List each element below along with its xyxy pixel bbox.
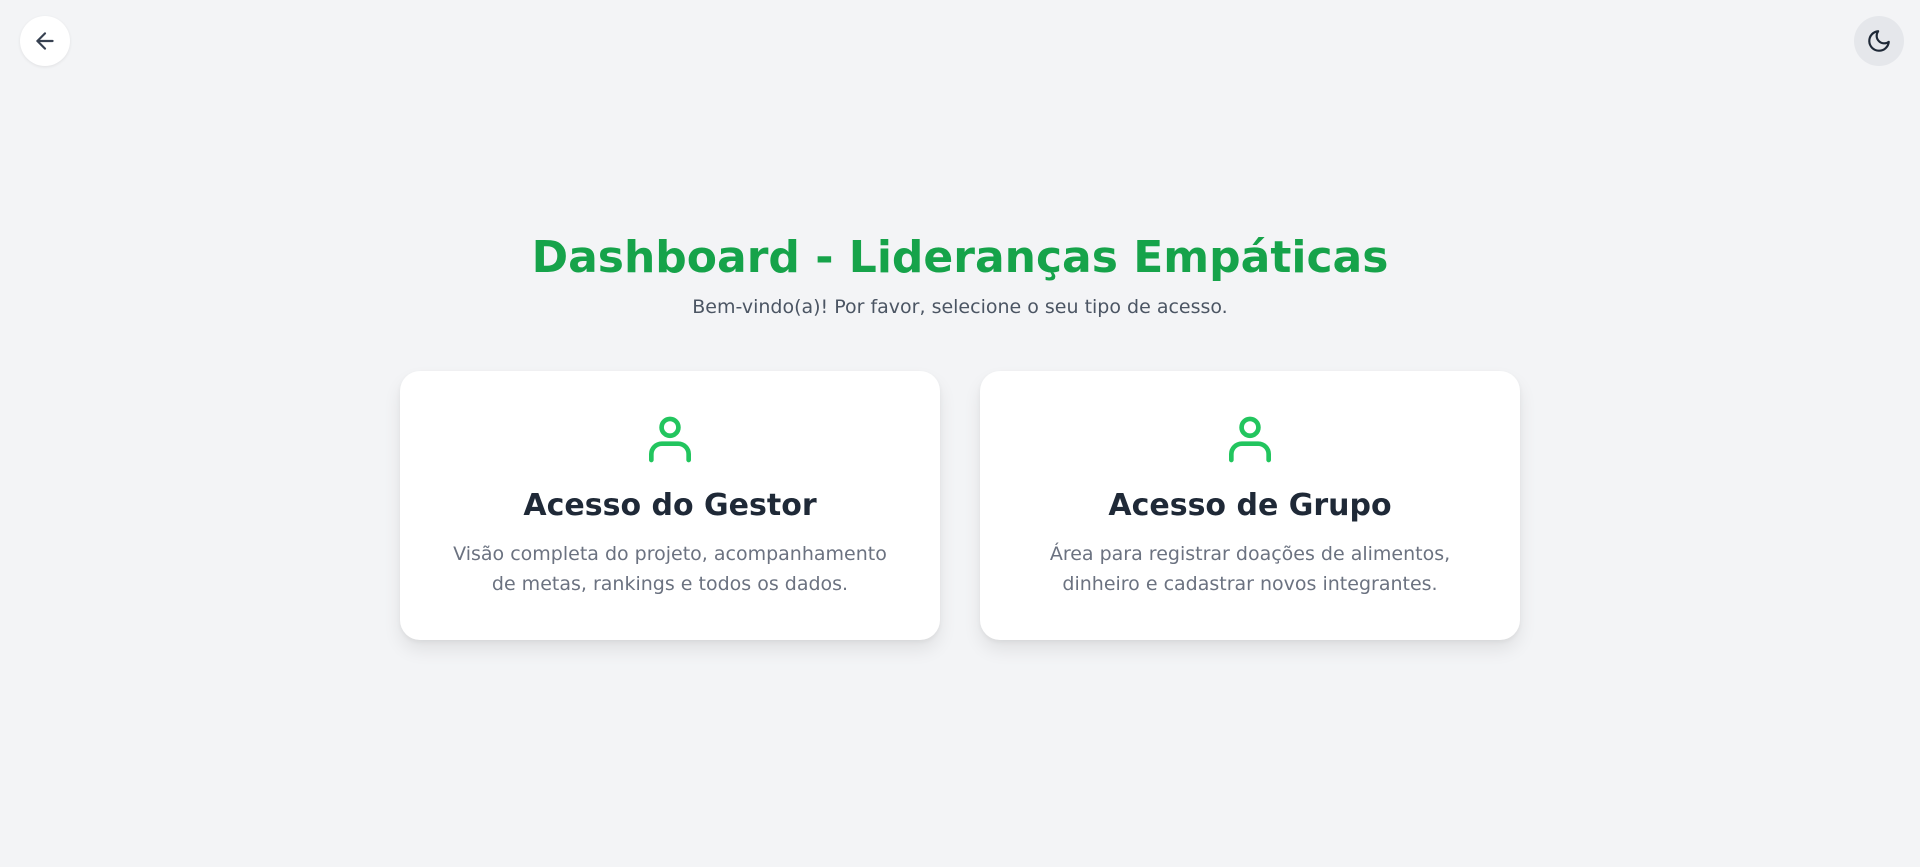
user-icon xyxy=(1229,416,1271,463)
access-cards: Acesso do Gestor Visão completa do proje… xyxy=(400,371,1520,640)
theme-toggle-button[interactable] xyxy=(1854,16,1904,66)
card-title: Acesso de Grupo xyxy=(1108,488,1392,523)
page-header: Dashboard - Lideranças Empáticas Bem-vin… xyxy=(0,228,1920,320)
back-button[interactable] xyxy=(20,16,70,66)
card-description: Visão completa do projeto, acompanhament… xyxy=(453,543,887,595)
card-title: Acesso do Gestor xyxy=(523,488,817,523)
arrow-left-icon xyxy=(36,32,54,50)
user-icon xyxy=(649,416,691,463)
moon-icon xyxy=(1868,30,1890,52)
manager-access-card[interactable]: Acesso do Gestor Visão completa do proje… xyxy=(400,371,940,640)
card-description: Área para registrar doações de alimentos… xyxy=(1049,543,1451,595)
page: Dashboard - Lideranças Empáticas Bem-vin… xyxy=(0,0,1920,867)
page-title: Dashboard - Lideranças Empáticas xyxy=(531,232,1389,283)
group-access-card[interactable]: Acesso de Grupo Área para registrar doaç… xyxy=(980,371,1520,640)
page-subtitle: Bem-vindo(a)! Por favor, selecione o seu… xyxy=(692,296,1228,318)
